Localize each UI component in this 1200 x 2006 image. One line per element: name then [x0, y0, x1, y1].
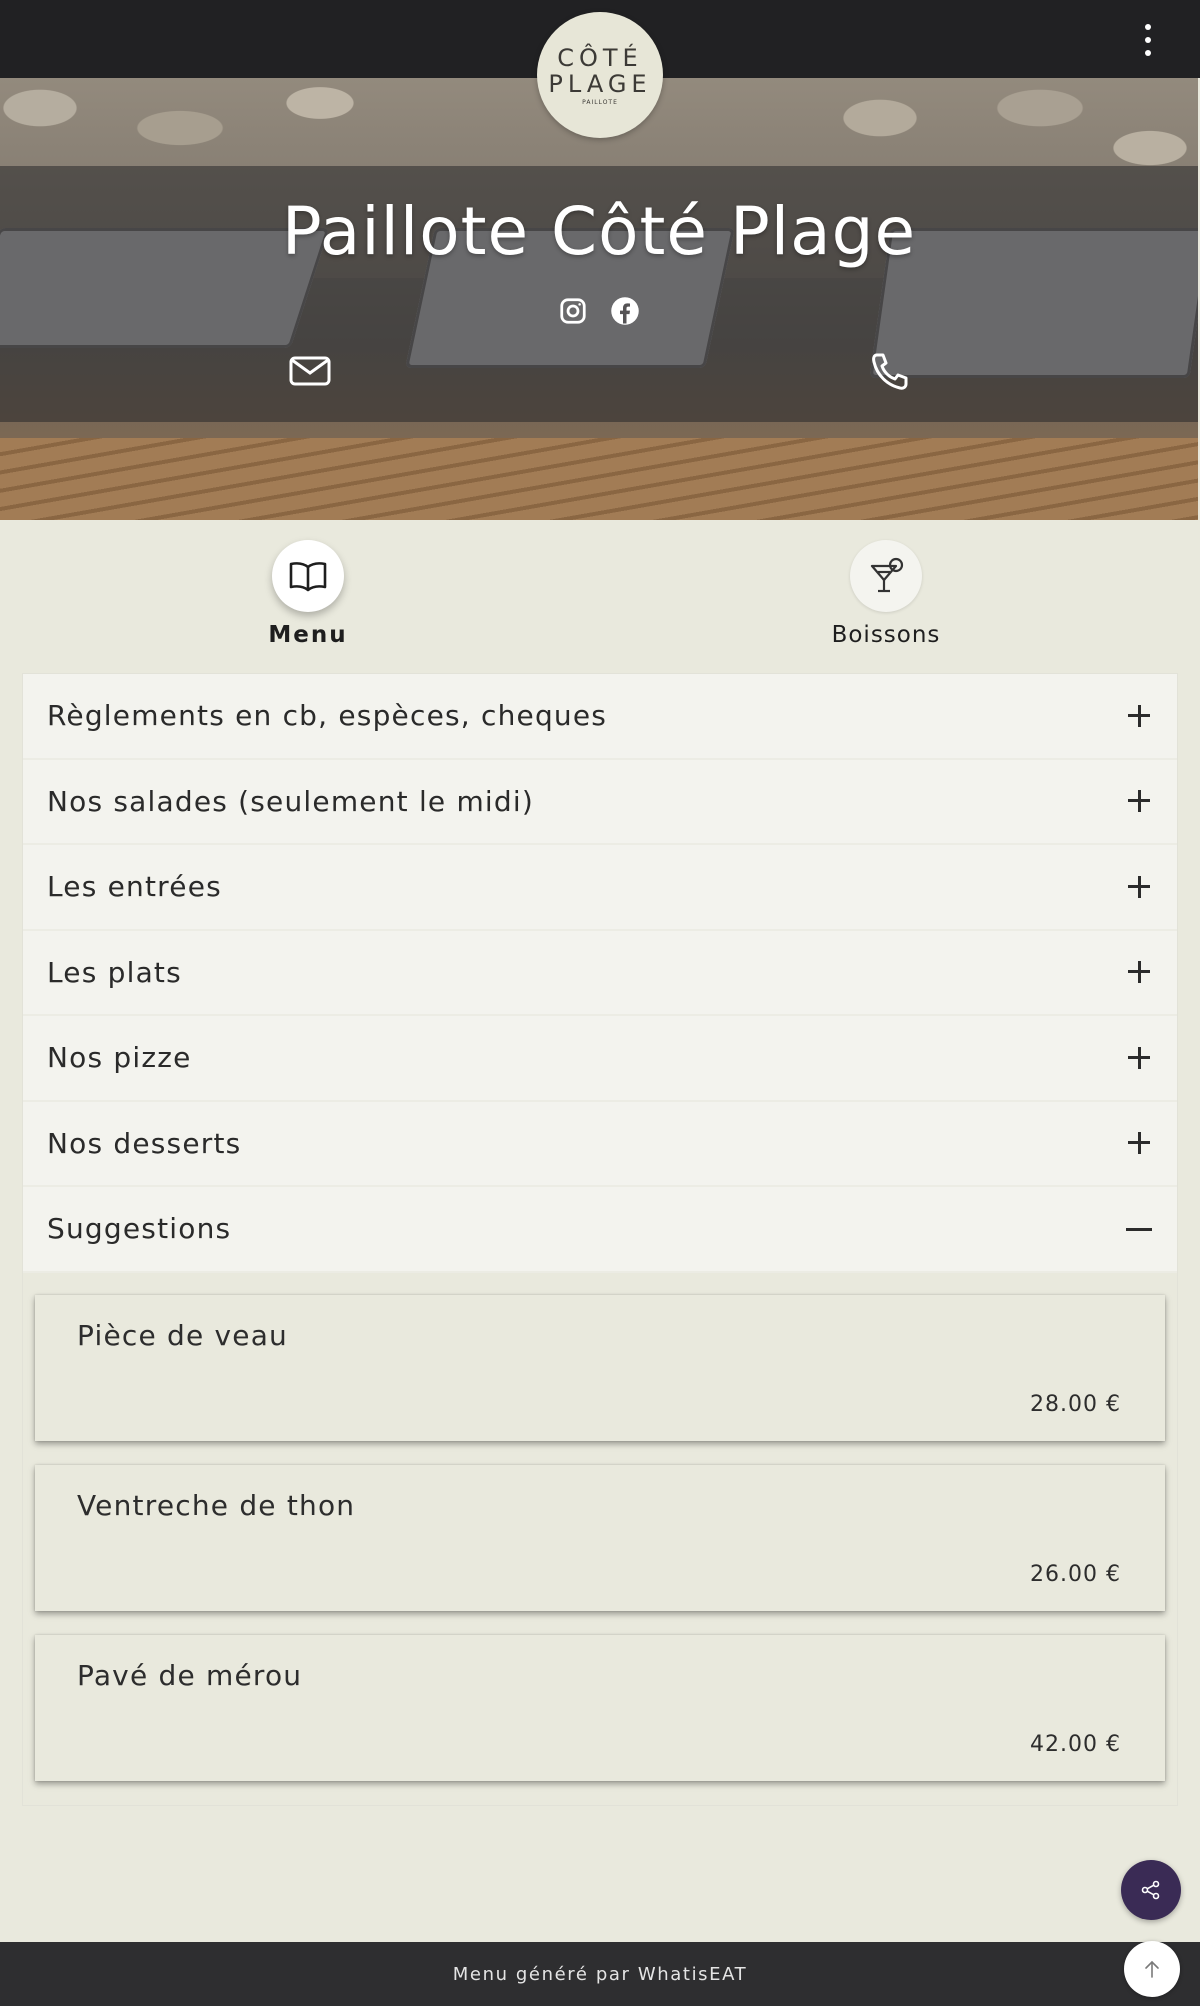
section-pizze[interactable]: Nos pizze	[23, 1016, 1177, 1102]
section-desserts[interactable]: Nos desserts	[23, 1102, 1177, 1187]
restaurant-title: Paillote Côté Plage	[281, 193, 917, 270]
social-links	[0, 296, 1198, 326]
plus-icon	[1123, 1043, 1153, 1073]
section-label: Règlements en cb, espèces, cheques	[47, 699, 608, 733]
section-salades[interactable]: Nos salades (seulement le midi)	[23, 760, 1177, 845]
section-entrees[interactable]: Les entrées	[23, 845, 1177, 931]
phone-icon[interactable]	[868, 351, 912, 391]
tab-boissons-label: Boissons	[831, 622, 941, 648]
plus-icon	[1123, 701, 1153, 731]
dish-price: 28.00 €	[1030, 1391, 1121, 1417]
plus-icon	[1123, 872, 1153, 902]
suggestions-panel: Pièce de veau 28.00 € Ventreche de thon …	[23, 1272, 1177, 1805]
section-label: Nos desserts	[47, 1126, 242, 1160]
hero-deck	[0, 438, 1198, 520]
section-label: Nos salades (seulement le midi)	[47, 784, 534, 818]
logo-line-2: PLAGE	[548, 69, 652, 98]
plus-icon	[1123, 786, 1153, 816]
back-to-top-button[interactable]	[1124, 1941, 1180, 1997]
footer-credit[interactable]: Menu généré par WhatisEAT	[453, 1964, 747, 1985]
dish-name: Ventreche de thon	[77, 1488, 356, 1522]
logo-line-3: PAILLOTE	[582, 98, 618, 106]
restaurant-logo[interactable]: CÔTÉ PLAGE PAILLOTE	[537, 12, 663, 138]
dish-card[interactable]: Pavé de mérou 42.00 €	[35, 1634, 1165, 1781]
section-label: Les entrées	[47, 870, 222, 904]
hero-banner: Paillote Côté Plage	[0, 78, 1198, 520]
section-label: Les plats	[47, 955, 182, 989]
tab-boissons[interactable]: Boissons	[786, 540, 986, 650]
cocktail-icon	[870, 557, 904, 593]
facebook-icon[interactable]	[610, 296, 640, 326]
dish-price: 42.00 €	[1030, 1731, 1121, 1757]
dish-name: Pavé de mérou	[77, 1658, 303, 1692]
plus-icon	[1123, 957, 1153, 987]
section-suggestions[interactable]: Suggestions	[23, 1187, 1177, 1273]
envelope-icon[interactable]	[288, 351, 332, 391]
tab-menu-circle	[272, 540, 344, 612]
share-button[interactable]	[1121, 1860, 1181, 1920]
section-label: Suggestions	[47, 1212, 232, 1246]
footer: Menu généré par WhatisEAT	[0, 1942, 1200, 2006]
dish-name: Pièce de veau	[77, 1318, 288, 1352]
plus-icon	[1123, 1128, 1153, 1158]
logo-line-1: CÔTÉ	[557, 43, 643, 72]
tab-menu[interactable]: Menu	[208, 540, 408, 650]
dish-card[interactable]: Pièce de veau 28.00 €	[35, 1294, 1165, 1441]
minus-icon	[1123, 1214, 1153, 1244]
book-icon	[289, 562, 327, 592]
tab-boissons-circle	[850, 540, 922, 612]
section-plats[interactable]: Les plats	[23, 931, 1177, 1016]
share-icon	[1141, 1880, 1160, 1900]
section-label: Nos pizze	[47, 1041, 192, 1075]
more-vertical-icon[interactable]	[1136, 20, 1160, 60]
dish-price: 26.00 €	[1030, 1561, 1121, 1587]
instagram-icon[interactable]	[558, 296, 588, 326]
menu-accordion: Règlements en cb, espèces, cheques Nos s…	[22, 673, 1178, 1806]
arrow-up-icon	[1145, 1960, 1159, 1978]
tab-menu-label: Menu	[268, 622, 348, 648]
category-tabs: Menu Boissons	[0, 540, 1200, 650]
dish-card[interactable]: Ventreche de thon 26.00 €	[35, 1464, 1165, 1611]
section-reglements[interactable]: Règlements en cb, espèces, cheques	[23, 674, 1177, 760]
